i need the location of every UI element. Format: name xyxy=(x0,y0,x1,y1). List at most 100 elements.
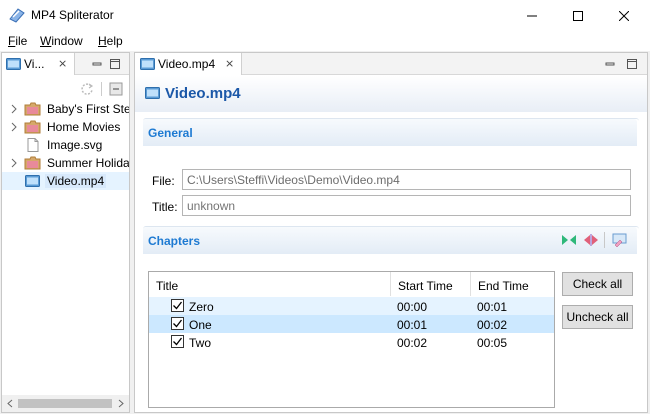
refresh-icon[interactable] xyxy=(80,82,94,96)
project-view-tabbar: Vi... ⨯ xyxy=(2,53,129,75)
maximize-view-icon[interactable] xyxy=(110,59,120,69)
chapter-end-time: 00:02 xyxy=(477,318,508,332)
editor-tab-video[interactable]: Video.mp4 ⨯ xyxy=(135,53,242,75)
minimize-view-icon[interactable] xyxy=(92,59,102,69)
column-header-title[interactable]: Title xyxy=(149,272,391,296)
editor-tabbar: Video.mp4 ⨯ xyxy=(135,53,647,75)
join-chapters-icon[interactable] xyxy=(561,233,577,247)
toolbar-separator xyxy=(101,82,102,96)
uncheck-all-button[interactable]: Uncheck all xyxy=(562,305,633,329)
video-file-icon xyxy=(25,175,40,187)
file-path-field[interactable] xyxy=(182,169,631,190)
split-chapter-icon[interactable] xyxy=(583,233,599,247)
expand-arrow-icon[interactable] xyxy=(10,122,18,132)
tree-item-label: Summer Holiday xyxy=(47,156,129,170)
app-logo-icon xyxy=(9,8,25,23)
menu-window-mnemonic: W xyxy=(40,34,52,48)
chapter-title: Two xyxy=(189,336,212,350)
horizontal-scrollbar[interactable] xyxy=(2,395,129,412)
general-section: General xyxy=(143,118,639,206)
close-tab-icon[interactable]: ⨯ xyxy=(58,57,67,70)
scroll-left-icon[interactable] xyxy=(6,399,14,408)
maximize-icon xyxy=(573,10,583,21)
chapter-checkbox[interactable] xyxy=(171,317,184,330)
menu-bar: File Window Help xyxy=(0,31,650,51)
chapter-start-time: 00:02 xyxy=(397,336,428,350)
project-toolbar xyxy=(2,76,129,102)
title-field[interactable] xyxy=(182,195,631,216)
table-row[interactable]: One 00:01 00:02 xyxy=(149,315,554,333)
toolbar-separator xyxy=(604,232,605,248)
video-file-icon xyxy=(145,87,160,99)
form-header: Video.mp4 xyxy=(135,76,647,112)
chapter-end-time: 00:01 xyxy=(477,300,508,314)
tree-item-folder[interactable]: Baby's First Steps xyxy=(2,100,129,118)
menu-file-label: ile xyxy=(15,34,28,48)
collapse-all-icon[interactable] xyxy=(109,82,123,96)
chapters-section-title: Chapters xyxy=(148,234,201,248)
tree-item-folder[interactable]: Home Movies xyxy=(2,118,129,136)
table-row[interactable]: Zero 00:00 00:01 xyxy=(149,297,554,315)
project-view-tab-label: Vi... xyxy=(24,57,45,71)
window-title: MP4 Spliterator xyxy=(31,8,114,22)
chapter-checkbox[interactable] xyxy=(171,335,184,348)
menu-help[interactable]: Help xyxy=(98,34,123,48)
tree-item-video[interactable]: Video.mp4 xyxy=(2,172,129,190)
file-label: File: xyxy=(152,174,175,188)
title-label: Title: xyxy=(152,200,178,214)
project-view-tab[interactable]: Vi... ⨯ xyxy=(2,53,75,75)
menu-file[interactable]: File xyxy=(8,34,27,48)
tree-item-label: Baby's First Steps xyxy=(47,102,129,116)
scroll-right-icon[interactable] xyxy=(117,399,125,408)
checkmark-icon xyxy=(173,319,183,328)
maximize-button[interactable] xyxy=(555,0,601,31)
expand-arrow-icon[interactable] xyxy=(10,158,18,168)
tree-item-label: Image.svg xyxy=(47,138,103,152)
close-tab-icon[interactable]: ⨯ xyxy=(225,57,234,70)
chapters-section-header[interactable]: Chapters xyxy=(143,227,637,254)
form-title: Video.mp4 xyxy=(165,85,241,102)
menu-window-label: indow xyxy=(51,34,83,48)
folder-icon xyxy=(24,156,41,170)
video-view-icon xyxy=(6,58,21,70)
scrollbar-thumb[interactable] xyxy=(18,399,112,408)
column-header-end-time[interactable]: End Time xyxy=(471,272,554,296)
tree-item-folder[interactable]: Summer Holiday xyxy=(2,154,129,172)
menu-window[interactable]: Window xyxy=(40,34,83,48)
tree-item-file[interactable]: Image.svg xyxy=(2,136,129,154)
folder-icon xyxy=(24,120,41,134)
chapter-checkbox[interactable] xyxy=(171,299,184,312)
general-section-header[interactable]: General xyxy=(143,119,637,146)
minimize-icon xyxy=(527,15,537,16)
tree-item-label: Video.mp4 xyxy=(45,174,107,188)
file-icon xyxy=(27,138,39,152)
menu-help-mnemonic: H xyxy=(98,34,107,48)
expand-arrow-icon[interactable] xyxy=(10,104,18,114)
chapter-end-time: 00:05 xyxy=(477,336,508,350)
project-view: Vi... ⨯ Baby's First Steps xyxy=(1,52,130,413)
chapter-title: Zero xyxy=(189,300,214,314)
chapter-start-time: 00:00 xyxy=(397,300,428,314)
column-header-start-time[interactable]: Start Time xyxy=(391,272,471,296)
minimize-button[interactable] xyxy=(509,0,555,31)
checkmark-icon xyxy=(173,337,183,346)
editor-tab-label: Video.mp4 xyxy=(158,57,216,71)
close-icon xyxy=(619,10,629,21)
chapters-table: Title Start Time End Time Zero 00:00 00:… xyxy=(148,271,555,408)
video-file-icon xyxy=(140,58,155,70)
checkmark-icon xyxy=(173,301,183,310)
chapter-start-time: 00:01 xyxy=(397,318,428,332)
menu-help-label: elp xyxy=(106,34,123,48)
folder-icon xyxy=(24,102,41,116)
minimize-editor-icon[interactable] xyxy=(605,59,615,69)
chapter-title: One xyxy=(189,318,212,332)
check-all-button[interactable]: Check all xyxy=(562,272,633,296)
title-bar: MP4 Spliterator xyxy=(0,0,650,31)
table-row[interactable]: Two 00:02 00:05 xyxy=(149,333,554,351)
close-window-button[interactable] xyxy=(601,0,647,31)
tree-item-label: Home Movies xyxy=(47,120,121,134)
edit-chapter-icon[interactable] xyxy=(612,233,628,247)
general-section-title: General xyxy=(148,126,193,140)
maximize-editor-icon[interactable] xyxy=(627,59,637,69)
workbench: Vi... ⨯ Baby's First Steps xyxy=(0,51,650,414)
